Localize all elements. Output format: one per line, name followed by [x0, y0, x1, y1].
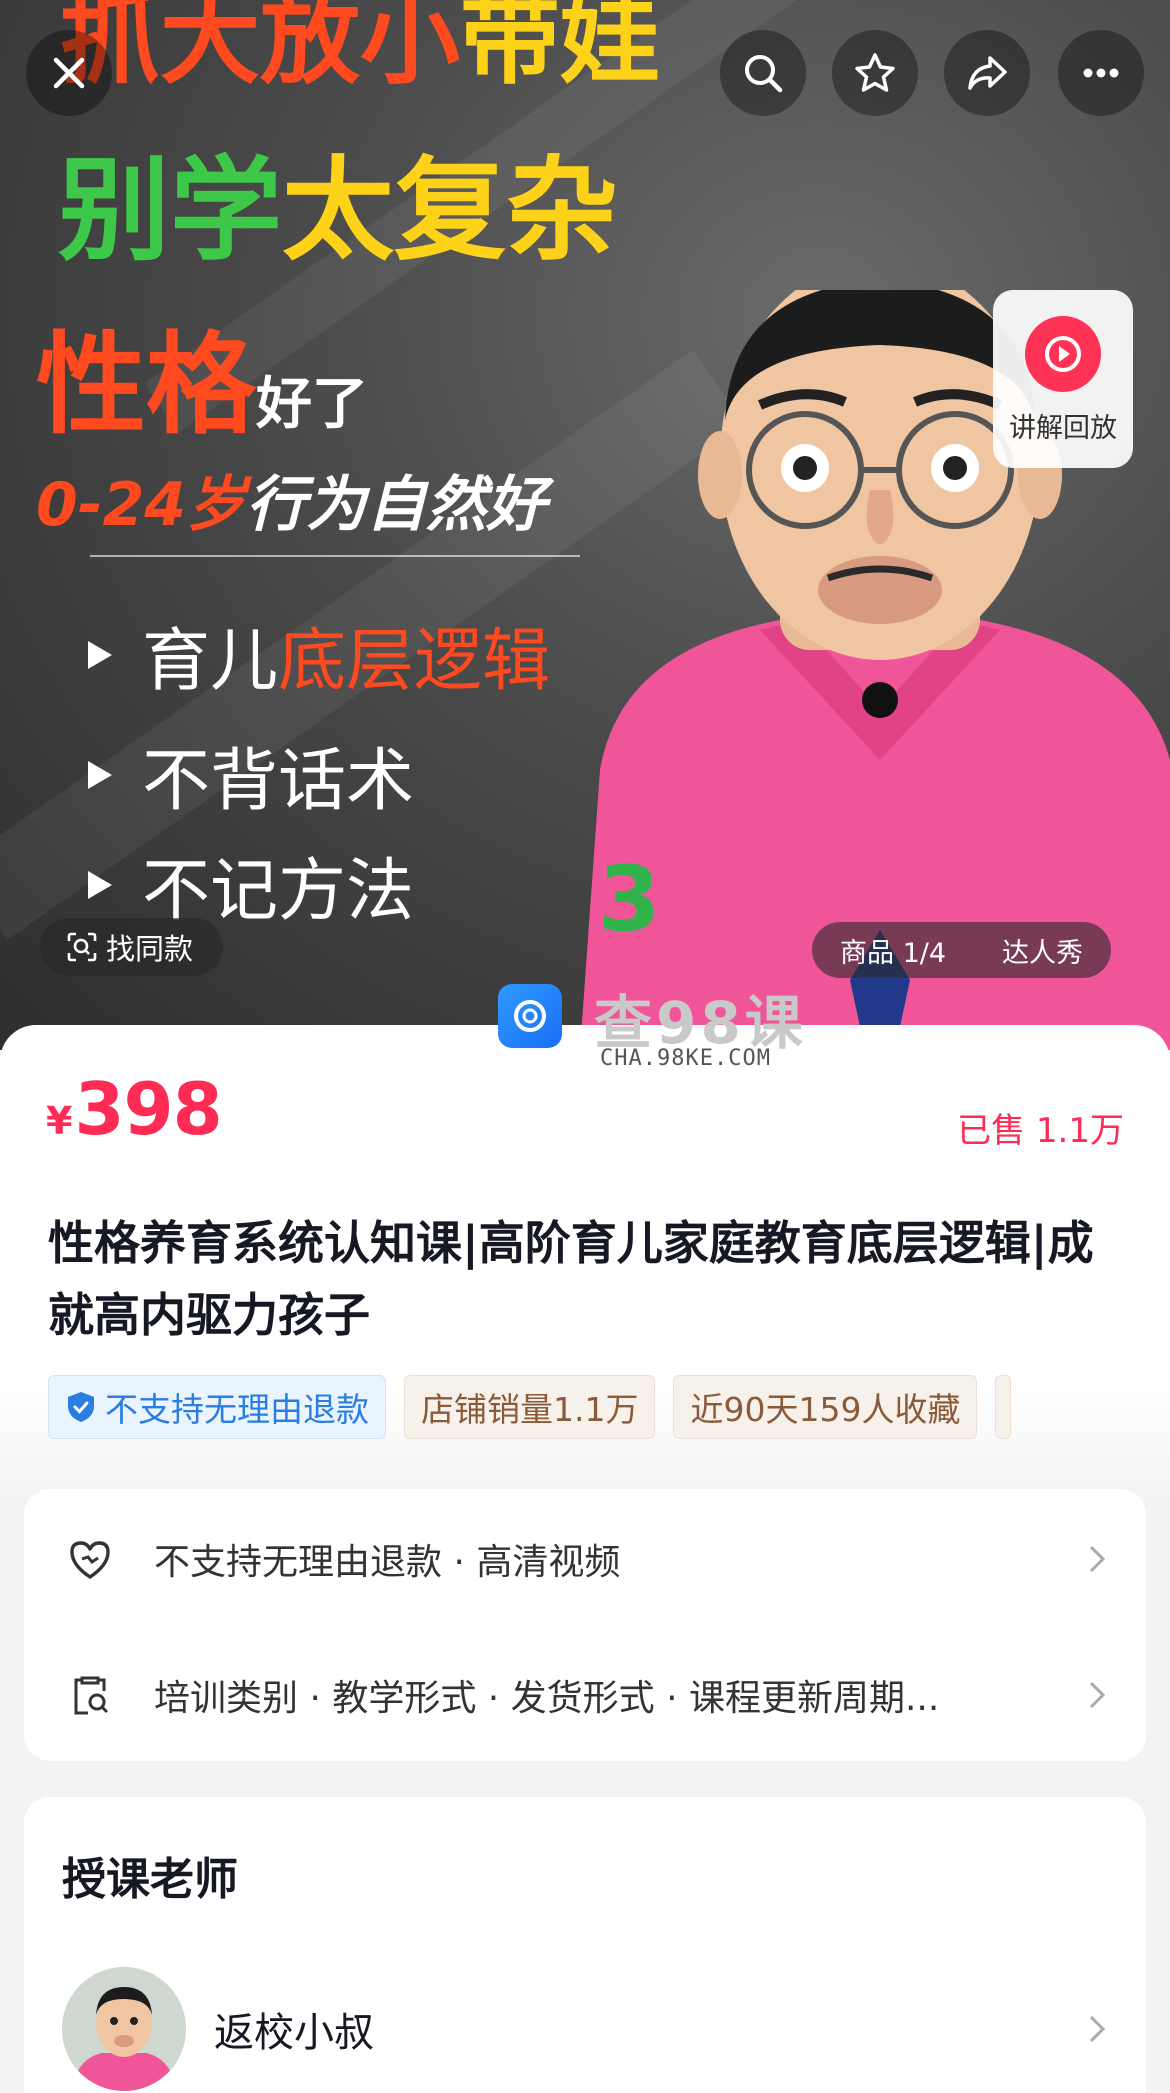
teacher-name: 返校小叔 [214, 2010, 374, 2056]
share-button[interactable] [944, 30, 1030, 116]
shirt-number: 3 [598, 847, 661, 952]
favorites-tag: 近90天159人收藏 [673, 1375, 978, 1439]
explain-replay-button[interactable]: 讲解回放 [993, 290, 1133, 468]
product-info-panel: ¥ 398 已售 1.1万 性格养育系统认知课|高阶育儿家庭教育底层逻辑|成就高… [0, 1025, 1170, 2093]
hero-headline-3: 性格好了 [36, 321, 368, 449]
hero-headline-1: 抓大放小带娃 [60, 0, 660, 98]
triangle-bullet-icon [88, 760, 112, 789]
find-same-button[interactable]: 找同款 [40, 918, 224, 976]
scan-icon [67, 932, 97, 962]
find-same-label: 找同款 [106, 932, 194, 966]
search-button[interactable] [720, 30, 806, 116]
shop-sales-tag: 店铺销量1.1万 [404, 1375, 656, 1439]
teacher-row[interactable]: 返校小叔 [24, 1967, 1146, 2091]
product-title: 性格养育系统认知课|高阶育儿家庭教育底层逻辑|成就高内驱力孩子 [48, 1216, 1094, 1342]
replay-icon [1025, 316, 1101, 392]
product-hero-image[interactable]: 抓大放小带娃 别学太复杂 性格好了 0-24岁行为自然好 育儿 底层逻辑 不背话术… [0, 0, 1170, 1050]
service-row-specs[interactable]: 培训类别 · 教学形式 · 发货形式 · 课程更新周期... [24, 1645, 1146, 1745]
chevron-right-icon [1089, 1545, 1106, 1573]
more-button[interactable] [1058, 30, 1144, 116]
hero-bullet: 不背话术 [88, 725, 414, 824]
site-watermark: 查98课 CHA.98KE.COM [498, 976, 818, 1076]
star-icon [855, 53, 895, 92]
tag-overflow [995, 1375, 1012, 1439]
hero-headline-2: 别学太复杂 [58, 146, 618, 276]
service-guarantee-label: 不支持无理由退款 · 高清视频 [154, 1542, 621, 1583]
hero-media-tabs: 商品 1/4 达人秀 [812, 922, 1112, 978]
teacher-section: 授课老师 返校小叔 [24, 1797, 1146, 2093]
share-icon [968, 56, 1007, 90]
currency-symbol: ¥ [46, 1099, 73, 1143]
heart-shield-icon [70, 1541, 110, 1579]
triangle-bullet-icon [88, 870, 112, 899]
more-icon [1083, 68, 1119, 78]
service-row-guarantee[interactable]: 不支持无理由退款 · 高清视频 [24, 1509, 1146, 1609]
sold-count: 已售 1.1万 [957, 1111, 1124, 1151]
product-counter-tab[interactable]: 商品 1/4 [812, 931, 974, 970]
price-value: 398 [74, 1067, 222, 1151]
watermark-url: CHA.98KE.COM [600, 1046, 771, 1071]
hero-headline-4: 0-24岁行为自然好 [36, 470, 547, 540]
triangle-bullet-icon [88, 640, 112, 669]
product-price: ¥ 398 [46, 1067, 223, 1151]
close-icon [53, 57, 85, 89]
product-detail-page: 抓大放小带娃 别学太复杂 性格好了 0-24岁行为自然好 育儿 底层逻辑 不背话术… [0, 0, 1170, 2093]
chevron-right-icon [1089, 1681, 1106, 1709]
hero-bullet: 育儿 底层逻辑 [88, 605, 550, 704]
shield-check-icon [68, 1392, 94, 1422]
product-tags: 不支持无理由退款 店铺销量1.1万 近90天159人收藏 [48, 1375, 1012, 1439]
hero-divider [90, 555, 580, 557]
favorite-button[interactable] [832, 30, 918, 116]
search-icon [745, 55, 783, 93]
influencer-tab[interactable]: 达人秀 [974, 931, 1111, 970]
chevron-right-icon [1089, 2015, 1106, 2043]
teacher-avatar[interactable] [62, 1967, 186, 2091]
close-button[interactable] [26, 30, 112, 116]
service-info-card: 不支持无理由退款 · 高清视频 培训类别 · 教学形式 · 发货形式 · 课程更… [24, 1489, 1146, 1761]
refund-policy-tag[interactable]: 不支持无理由退款 [48, 1375, 386, 1439]
watermark-logo-icon [498, 984, 562, 1048]
teacher-section-title: 授课老师 [62, 1854, 238, 1905]
clipboard-search-icon [74, 1676, 109, 1715]
service-specs-label: 培训类别 · 教学形式 · 发货形式 · 课程更新周期... [154, 1678, 940, 1719]
explain-replay-label: 讲解回放 [1009, 413, 1117, 444]
